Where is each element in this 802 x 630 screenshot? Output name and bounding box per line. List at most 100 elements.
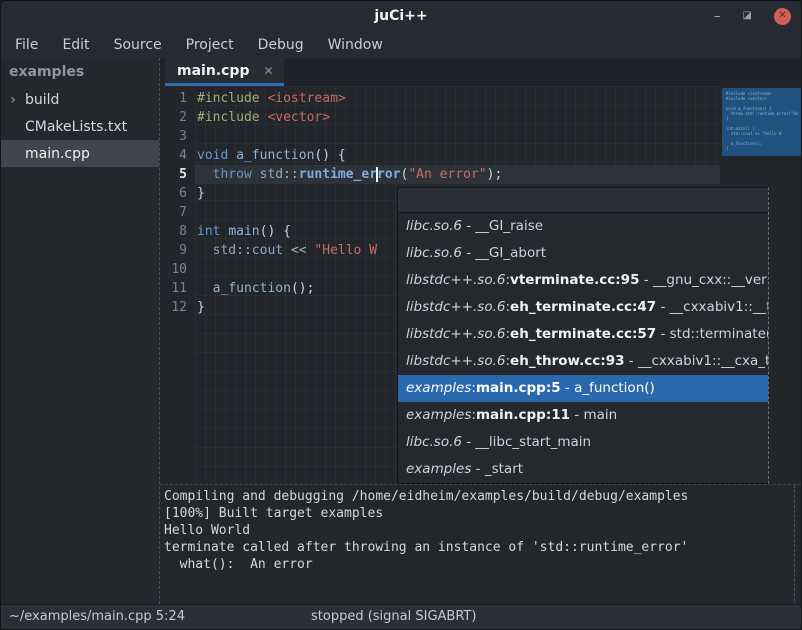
library-name: libstdc++.so.6 <box>406 326 505 342</box>
code-line: 1#include <iostream> <box>160 89 801 108</box>
restore-icon[interactable]: ◪ <box>743 11 752 21</box>
window-title: juCi++ <box>374 8 427 24</box>
debug-status: stopped (signal SIGABRT) <box>311 609 476 624</box>
tree-item-cmakelists-txt[interactable]: CMakeLists.txt <box>1 113 159 140</box>
line-number: 4 <box>160 146 194 165</box>
backtrace-item[interactable]: libc.so.6 - __GI_abort <box>398 240 768 267</box>
menu-bar: FileEditSourceProjectDebugWindow <box>1 31 801 58</box>
code-line: 4void a_function() { <box>160 146 801 165</box>
code-text: a_function(); <box>194 279 314 298</box>
minimap-line: } <box>726 146 801 151</box>
code-text <box>194 203 197 222</box>
tab-close-icon[interactable]: ✕ <box>263 64 273 78</box>
terminal-line: Hello World <box>164 522 801 539</box>
terminal-line: terminate called after throwing an insta… <box>164 539 801 556</box>
code-text: std::cout << "Hello W <box>194 241 377 260</box>
tree-item-main-cpp[interactable]: main.cpp <box>1 140 159 167</box>
menu-item-edit[interactable]: Edit <box>52 34 99 56</box>
tree-item-build[interactable]: ›build <box>1 86 159 113</box>
window-controls: – ◪ ✕ <box>714 1 791 31</box>
main-area: examples ›build CMakeLists.txt main.cpp ma… <box>1 58 801 604</box>
terminal-output[interactable]: Compiling and debugging /home/eidheim/ex… <box>160 484 801 606</box>
line-number: 3 <box>160 127 194 146</box>
line-number: 7 <box>160 203 194 222</box>
tree-item-label: build <box>25 92 59 108</box>
library-name: libstdc++.so.6 <box>406 272 505 288</box>
tab-bar: main.cpp ✕ <box>160 58 801 86</box>
file-line-ref: main.cpp:5 <box>476 380 561 396</box>
app-window: juCi++ – ◪ ✕ FileEditSourceProjectDebugW… <box>0 0 802 630</box>
code-text: int main() { <box>194 222 291 241</box>
backtrace-list: libc.so.6 - __GI_raiselibc.so.6 - __GI_a… <box>398 213 768 483</box>
library-name: libstdc++.so.6 <box>406 299 505 315</box>
file-location-status: ~/examples/main.cpp 5:24 <box>9 609 185 624</box>
code-text: #include <vector> <box>194 108 330 127</box>
library-name: examples <box>406 380 471 396</box>
terminal-line: [100%] Built target examples <box>164 505 801 522</box>
terminal-line: what(): An error <box>164 556 801 573</box>
library-name: examples <box>406 407 471 423</box>
backtrace-item[interactable]: examples:main.cpp:5 - a_function() <box>398 375 768 402</box>
menu-item-window[interactable]: Window <box>318 34 393 56</box>
menu-item-source[interactable]: Source <box>104 34 172 56</box>
code-line: 5 throw std::runtime_error("An error"); <box>160 165 801 184</box>
code-text: throw std::runtime_error("An error"); <box>194 165 502 184</box>
line-number: 10 <box>160 260 194 279</box>
backtrace-item[interactable]: libstdc++.so.6:eh_terminate.cc:47 - __cx… <box>398 294 768 321</box>
chevron-right-icon[interactable]: › <box>5 92 21 108</box>
code-text: } <box>194 184 205 203</box>
menu-item-debug[interactable]: Debug <box>248 34 314 56</box>
library-name: examples <box>406 461 471 477</box>
backtrace-item[interactable]: libc.so.6 - __libc_start_main <box>398 429 768 456</box>
minimap-line: throw std::runtime_error("An error"); <box>726 111 801 116</box>
backtrace-item[interactable]: examples:main.cpp:11 - main <box>398 402 768 429</box>
file-tree-sidebar: examples ›build CMakeLists.txt main.cpp <box>1 58 159 604</box>
line-number: 2 <box>160 108 194 127</box>
backtrace-item[interactable]: libstdc++.so.6:vterminate.cc:95 - __gnu_… <box>398 267 768 294</box>
code-line: 2#include <vector> <box>160 108 801 127</box>
library-name: libc.so.6 <box>406 245 462 261</box>
code-line: 3 <box>160 127 801 146</box>
tab-main-cpp[interactable]: main.cpp ✕ <box>165 58 284 86</box>
menu-item-project[interactable]: Project <box>176 34 244 56</box>
tree-item-label: CMakeLists.txt <box>25 119 127 135</box>
file-line-ref: vterminate.cc:95 <box>510 272 639 288</box>
line-number: 1 <box>160 89 194 108</box>
backtrace-item[interactable]: libstdc++.so.6:eh_terminate.cc:57 - std:… <box>398 321 768 348</box>
library-name: libc.so.6 <box>406 218 462 234</box>
code-text <box>194 127 197 146</box>
line-number: 8 <box>160 222 194 241</box>
library-name: libc.so.6 <box>406 434 462 450</box>
code-minimap[interactable]: #include <iostream>#include <vector> voi… <box>722 88 801 156</box>
library-name: libstdc++.so.6 <box>406 353 505 369</box>
code-text: } <box>194 298 205 317</box>
code-editor[interactable]: 1#include <iostream>2#include <vector>34… <box>160 86 801 484</box>
editor-pane: main.cpp✕ 1#include <iostream>2#include … <box>159 58 801 604</box>
line-number: 12 <box>160 298 194 317</box>
tab-label: main.cpp <box>177 63 249 79</box>
line-number: 11 <box>160 279 194 298</box>
backtrace-item[interactable]: libstdc++.so.6:eh_throw.cc:93 - __cxxabi… <box>398 348 768 375</box>
close-icon[interactable]: ✕ <box>774 8 791 25</box>
backtrace-popup: libc.so.6 - __GI_raiselibc.so.6 - __GI_a… <box>397 187 769 484</box>
backtrace-item[interactable]: libc.so.6 - __GI_raise <box>398 213 768 240</box>
code-text: void a_function() { <box>194 146 346 165</box>
line-number: 5 <box>160 165 194 184</box>
terminal-line: Compiling and debugging /home/eidheim/ex… <box>164 488 801 505</box>
file-tree: ›build CMakeLists.txt main.cpp <box>1 86 159 167</box>
menu-item-file[interactable]: File <box>5 34 48 56</box>
code-text <box>194 260 197 279</box>
code-text: #include <iostream> <box>194 89 346 108</box>
backtrace-item[interactable]: examples - _start <box>398 456 768 483</box>
titlebar[interactable]: juCi++ – ◪ ✕ <box>1 1 801 31</box>
project-name-header: examples <box>1 58 159 86</box>
backtrace-popup-header <box>398 188 768 213</box>
file-line-ref: eh_terminate.cc:57 <box>510 326 656 342</box>
minimize-icon[interactable]: – <box>714 10 721 23</box>
line-number: 9 <box>160 241 194 260</box>
file-line-ref: eh_throw.cc:93 <box>510 353 624 369</box>
file-line-ref: eh_terminate.cc:47 <box>510 299 656 315</box>
file-line-ref: main.cpp:11 <box>476 407 570 423</box>
tree-item-label: main.cpp <box>25 146 90 162</box>
status-bar: ~/examples/main.cpp 5:24 stopped (signal… <box>1 604 801 629</box>
